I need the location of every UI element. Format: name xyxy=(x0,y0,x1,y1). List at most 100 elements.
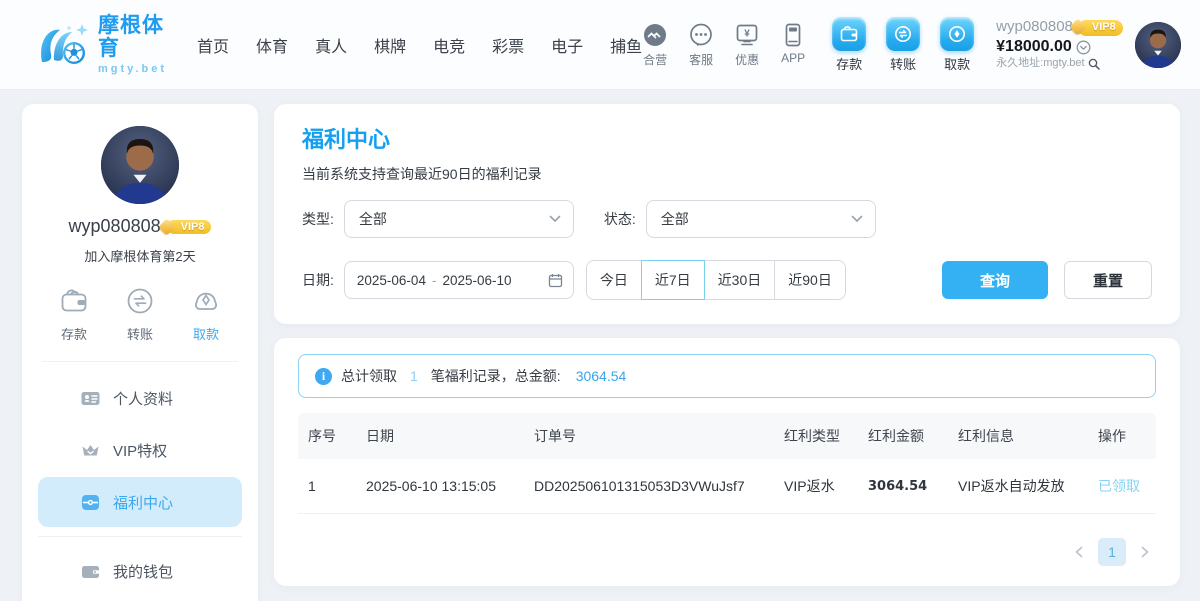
withdraw-icon xyxy=(940,17,974,51)
main-nav: 首页 体育 真人 棋牌 电竞 彩票 电子 捕鱼 xyxy=(197,33,642,57)
wallet-icon xyxy=(80,561,101,582)
status-select-value: 全部 xyxy=(661,209,689,229)
handshake-icon xyxy=(642,22,668,48)
summary-count: 1 xyxy=(410,368,418,384)
sidebar-withdraw-label: 取款 xyxy=(193,324,219,343)
gift-icon xyxy=(80,492,101,513)
sidebar-transfer-button[interactable]: 转账 xyxy=(124,285,156,343)
transfer-outline-icon xyxy=(124,285,156,317)
nav-item-esports[interactable]: 电竞 xyxy=(433,33,465,57)
sidebar-transfer-label: 转账 xyxy=(127,324,153,343)
page-body: wyp080808 VIP8 加入摩根体育第2天 存款 xyxy=(0,90,1200,601)
type-filter-label: 类型: xyxy=(302,209,334,229)
col-bonus-type: 红利类型 xyxy=(774,413,858,459)
permanent-url: 永久地址:mgty.bet xyxy=(996,57,1084,71)
sidebar-vip-badge: VIP8 xyxy=(167,220,212,234)
joined-days: 加入摩根体育第2天 xyxy=(84,246,195,265)
col-amount: 红利金额 xyxy=(858,413,948,459)
username: wyp080808 xyxy=(996,18,1073,37)
prev-page-icon[interactable] xyxy=(1074,546,1084,558)
pagination: 1 xyxy=(298,538,1156,566)
next-page-icon[interactable] xyxy=(1140,546,1150,558)
brand-name: 摩根体育 xyxy=(98,14,167,60)
nav-item-home[interactable]: 首页 xyxy=(197,33,229,57)
brand-logo-icon xyxy=(36,22,90,68)
vip-badge: VIP8 xyxy=(1078,20,1123,36)
brand-logo[interactable]: 摩根体育 mgty.bet xyxy=(36,14,167,74)
transfer-icon xyxy=(886,17,920,51)
nav-item-fishing[interactable]: 捕鱼 xyxy=(610,33,642,57)
table-row: 1 2025-06-10 13:15:05 DD202506101315053D… xyxy=(298,459,1156,514)
page-number-1[interactable]: 1 xyxy=(1098,538,1126,566)
date-range-input[interactable]: 2025-06-04 - 2025-06-10 xyxy=(344,261,574,299)
quick-range-group: 今日 近7日 近30日 近90日 xyxy=(586,260,846,300)
search-button[interactable]: 查询 xyxy=(942,261,1048,299)
type-select-value: 全部 xyxy=(359,209,387,229)
deposit-button[interactable]: 存款 xyxy=(832,17,866,73)
claimed-status-link[interactable]: 已领取 xyxy=(1088,459,1156,513)
chevron-down-icon xyxy=(549,215,561,223)
type-select[interactable]: 全部 xyxy=(344,200,574,238)
withdraw-button[interactable]: 取款 xyxy=(940,17,974,73)
cell-amount: 3064.54 xyxy=(858,462,948,511)
range-today-button[interactable]: 今日 xyxy=(586,260,642,300)
summary-total: 3064.54 xyxy=(576,368,627,384)
col-index: 序号 xyxy=(298,413,356,459)
crown-icon xyxy=(80,440,101,461)
balance-refresh-icon[interactable] xyxy=(1076,40,1091,55)
partner-label: 合营 xyxy=(643,51,667,68)
sidebar-item-vip[interactable]: VIP特权 xyxy=(38,425,242,475)
status-select[interactable]: 全部 xyxy=(646,200,876,238)
sidebar-divider xyxy=(42,361,238,362)
sidebar-item-wallet[interactable]: 我的钱包 xyxy=(38,546,242,596)
range-30days-button[interactable]: 近30日 xyxy=(704,260,776,300)
sidebar-menu: 个人资料 VIP特权 xyxy=(22,372,258,601)
app-label: APP xyxy=(781,51,805,65)
sidebar-deposit-button[interactable]: 存款 xyxy=(58,285,90,343)
header-tools: 合营 客服 ¥ 优惠 xyxy=(642,22,806,68)
summary-middle: 笔福利记录，总金额: xyxy=(431,366,561,386)
nav-item-lottery[interactable]: 彩票 xyxy=(492,33,524,57)
nav-item-sports[interactable]: 体育 xyxy=(256,33,288,57)
info-icon: i xyxy=(315,368,332,385)
app-download-button[interactable]: APP xyxy=(780,22,806,68)
partner-button[interactable]: 合营 xyxy=(642,22,668,68)
nav-item-cards[interactable]: 棋牌 xyxy=(374,33,406,57)
cell-date: 2025-06-10 13:15:05 xyxy=(356,461,524,511)
table-header: 序号 日期 订单号 红利类型 红利金额 红利信息 操作 xyxy=(298,413,1156,459)
nav-item-live[interactable]: 真人 xyxy=(315,33,347,57)
sidebar-item-wallet-label: 我的钱包 xyxy=(113,561,173,582)
brand-domain: mgty.bet xyxy=(98,63,167,75)
customer-service-button[interactable]: 客服 xyxy=(688,22,714,68)
page-title: 福利中心 xyxy=(302,122,1152,154)
top-bar: 摩根体育 mgty.bet 首页 体育 真人 棋牌 电竞 彩票 电子 捕鱼 合营 xyxy=(0,0,1200,90)
deposit-icon xyxy=(832,17,866,51)
sidebar-deposit-label: 存款 xyxy=(61,324,87,343)
sidebar-item-welfare[interactable]: 福利中心 xyxy=(38,477,242,527)
svg-text:¥: ¥ xyxy=(744,28,750,39)
cell-index: 1 xyxy=(298,461,356,511)
reset-button[interactable]: 重置 xyxy=(1064,261,1152,299)
range-7days-button[interactable]: 近7日 xyxy=(641,260,705,300)
results-card: i 总计领取1笔福利记录，总金额:3064.54 序号 日期 订单号 红利类型 … xyxy=(274,338,1180,586)
sidebar-withdraw-button[interactable]: 取款 xyxy=(190,285,222,343)
search-url-icon[interactable] xyxy=(1088,58,1100,70)
nav-item-slots[interactable]: 电子 xyxy=(551,33,583,57)
promo-button[interactable]: ¥ 优惠 xyxy=(734,22,760,68)
range-90days-button[interactable]: 近90日 xyxy=(774,260,846,300)
mobile-app-icon xyxy=(780,22,806,48)
customer-service-label: 客服 xyxy=(689,51,713,68)
cell-info: VIP返水自动发放 xyxy=(948,459,1088,513)
cell-order: DD202506101315053D3VWuJsf7 xyxy=(524,461,774,511)
avatar[interactable] xyxy=(1135,22,1181,68)
promo-yuan-icon: ¥ xyxy=(734,22,760,48)
sidebar-item-profile[interactable]: 个人资料 xyxy=(38,373,242,423)
promo-label: 优惠 xyxy=(735,51,759,68)
page-subtitle: 当前系统支持查询最近90日的福利记录 xyxy=(302,164,1152,184)
sidebar-avatar[interactable] xyxy=(101,126,179,204)
sidebar-item-profile-label: 个人资料 xyxy=(113,388,173,409)
sidebar-item-welfare-label: 福利中心 xyxy=(113,492,173,513)
transfer-button[interactable]: 转账 xyxy=(886,17,920,73)
summary-alert: i 总计领取1笔福利记录，总金额:3064.54 xyxy=(298,354,1156,398)
sidebar-item-vip-label: VIP特权 xyxy=(113,440,167,461)
